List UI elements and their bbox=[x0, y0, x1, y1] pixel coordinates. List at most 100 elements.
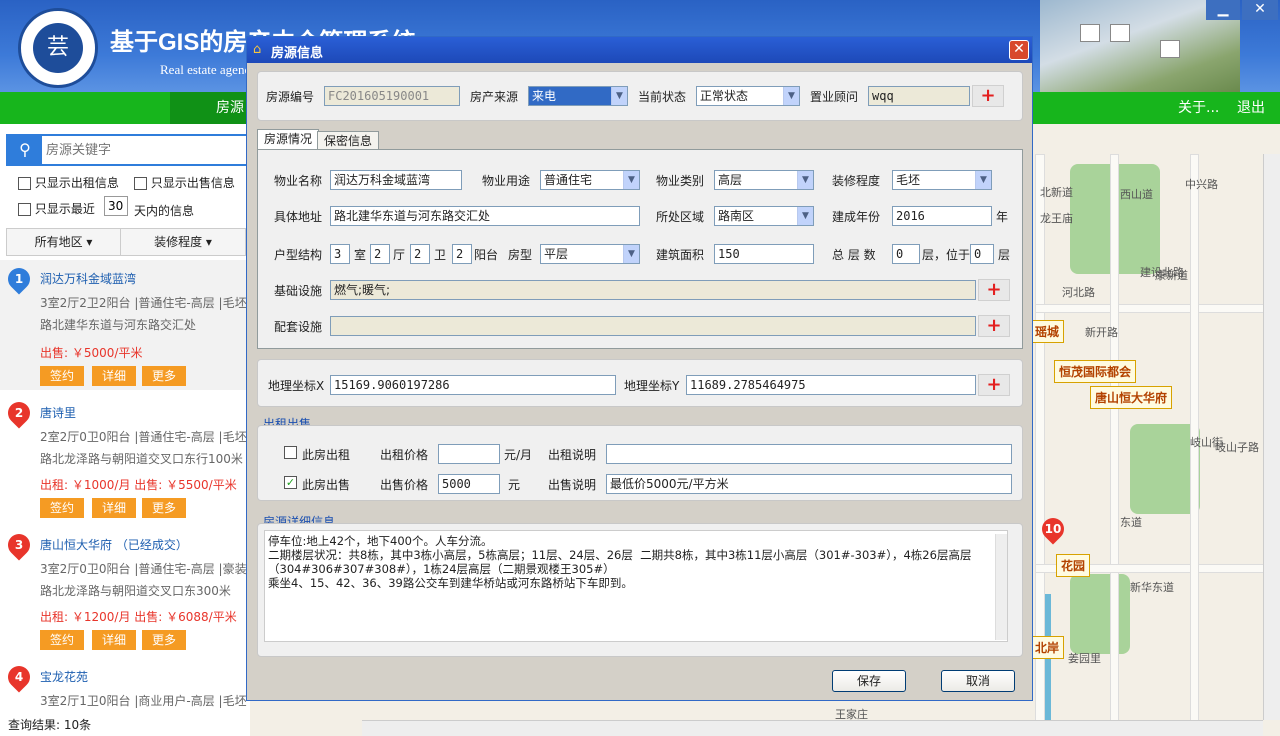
geo-y-field[interactable]: 11689.2785464975 bbox=[686, 375, 976, 395]
add-agent-icon[interactable]: + bbox=[972, 85, 1004, 107]
sign-button[interactable]: 签约 bbox=[40, 630, 84, 650]
cancel-button[interactable]: 取消 bbox=[941, 670, 1015, 692]
list-item-title[interactable]: 宝龙花苑 bbox=[40, 668, 88, 685]
filter-sale-row[interactable]: 只显示出售信息 bbox=[134, 174, 235, 191]
map-poi[interactable]: 瑶城 bbox=[1030, 320, 1065, 343]
sign-button[interactable]: 签约 bbox=[40, 366, 84, 386]
add-facility-icon[interactable]: + bbox=[978, 279, 1010, 301]
filter-recent-row[interactable]: 只显示最近 bbox=[18, 200, 95, 217]
map-horizontal-scrollbar[interactable] bbox=[362, 720, 1263, 736]
housetype-select[interactable]: 平层 ▼ bbox=[540, 244, 640, 264]
tab-listing-info[interactable]: 房源情况 bbox=[257, 129, 320, 149]
map-label: 东道 bbox=[1120, 516, 1142, 529]
save-button[interactable]: 保存 bbox=[832, 670, 906, 692]
area-dropdown[interactable]: 所有地区 ▾ bbox=[7, 229, 121, 255]
filter-rent-checkbox[interactable] bbox=[18, 177, 31, 190]
geo-panel: 地理坐标X 15169.9060197286 地理坐标Y 11689.27854… bbox=[257, 359, 1023, 407]
sale-check-label: 此房出售 bbox=[302, 478, 351, 492]
id-field[interactable]: FC201605190001 bbox=[324, 86, 460, 106]
search-input[interactable] bbox=[46, 141, 246, 159]
nav-item-exit[interactable]: 退出 bbox=[1237, 92, 1265, 124]
chevron-down-icon: ▼ bbox=[797, 207, 813, 225]
map-label: 新华东道 bbox=[1130, 581, 1174, 594]
more-button[interactable]: 更多 bbox=[142, 366, 186, 386]
sale-note-field[interactable]: 最低价5000元/平方米 bbox=[606, 474, 1012, 494]
search-icon[interactable]: ⚲ bbox=[8, 136, 42, 164]
use-select[interactable]: 普通住宅 ▼ bbox=[540, 170, 640, 190]
rooms-field[interactable]: 3 bbox=[330, 244, 350, 264]
list-item-desc: 3室2厅2卫2阳台 |普通住宅-高层 |毛坯 路北建华东道与河东路交汇处 bbox=[40, 296, 247, 332]
nav-item-listings[interactable]: 房源 bbox=[170, 92, 250, 124]
name-label: 物业名称 bbox=[274, 174, 323, 188]
balconies-field[interactable]: 2 bbox=[452, 244, 472, 264]
geo-x-field[interactable]: 15169.9060197286 bbox=[330, 375, 616, 395]
nav-item-about[interactable]: 关于... bbox=[1178, 92, 1219, 124]
district-label: 所处区域 bbox=[656, 210, 705, 224]
dialog-close-icon[interactable]: ✕ bbox=[1009, 40, 1029, 60]
detail-button[interactable]: 详细 bbox=[92, 630, 136, 650]
map-marker-number: 10 bbox=[1044, 522, 1062, 536]
source-select[interactable]: 来电 ▼ bbox=[528, 86, 628, 106]
at-floor-field[interactable]: 0 bbox=[970, 244, 994, 264]
type-select[interactable]: 高层 ▼ bbox=[714, 170, 814, 190]
decor-dropdown-label: 装修程度 bbox=[154, 235, 203, 249]
dialog-titlebar[interactable]: ⌂ 房源信息 ✕ bbox=[247, 37, 1032, 63]
addr-label: 具体地址 bbox=[274, 210, 323, 224]
map-poi[interactable]: 北岸 bbox=[1030, 636, 1065, 659]
filter-sale-checkbox[interactable] bbox=[134, 177, 147, 190]
status-select[interactable]: 正常状态 ▼ bbox=[696, 86, 800, 106]
housetype-value: 平层 bbox=[544, 247, 569, 261]
map-vertical-scrollbar[interactable] bbox=[1263, 154, 1280, 720]
area-label: 建筑面积 bbox=[656, 248, 705, 262]
map-poi[interactable]: 花园 bbox=[1056, 554, 1091, 577]
decor-dropdown[interactable]: 装修程度 ▾ bbox=[121, 229, 245, 255]
floors-field[interactable]: 0 bbox=[892, 244, 920, 264]
list-item-title[interactable]: 润达万科金域蓝湾 bbox=[40, 270, 136, 287]
detail-button[interactable]: 详细 bbox=[92, 366, 136, 386]
rent-note-field[interactable] bbox=[606, 444, 1012, 464]
sale-checkbox-checked-icon[interactable]: ✓ bbox=[284, 476, 297, 489]
year-field[interactable]: 2016 bbox=[892, 206, 992, 226]
recent-days-input[interactable] bbox=[104, 196, 128, 216]
rent-checkbox[interactable] bbox=[284, 446, 297, 459]
sign-button[interactable]: 签约 bbox=[40, 498, 84, 518]
list-item-title[interactable]: 唐山恒大华府 （已经成交） bbox=[40, 536, 188, 553]
filter-rent-row[interactable]: 只显示出租信息 bbox=[18, 174, 119, 191]
sale-price-field[interactable]: 5000 bbox=[438, 474, 500, 494]
more-button[interactable]: 更多 bbox=[142, 630, 186, 650]
detail-button[interactable]: 详细 bbox=[92, 498, 136, 518]
chevron-down-icon: ▼ bbox=[623, 245, 639, 263]
rent-price-field[interactable] bbox=[438, 444, 500, 464]
district-select[interactable]: 路南区 ▼ bbox=[714, 206, 814, 226]
add-support-icon[interactable]: + bbox=[978, 315, 1010, 337]
agent-field[interactable]: wqq bbox=[868, 86, 970, 106]
locate-on-map-icon[interactable]: + bbox=[978, 374, 1010, 396]
rent-price-label: 出租价格 bbox=[380, 448, 429, 462]
addr-field[interactable]: 路北建华东道与河东路交汇处 bbox=[330, 206, 640, 226]
map-road bbox=[1035, 304, 1265, 313]
name-field[interactable]: 润达万科金域蓝湾 bbox=[330, 170, 462, 190]
area-field[interactable]: 150 bbox=[714, 244, 814, 264]
list-item-desc: 3室2厅0卫0阳台 |普通住宅-高层 |豪装 路北龙泽路与朝阳道交叉口东300米 bbox=[40, 562, 247, 598]
more-button[interactable]: 更多 bbox=[142, 498, 186, 518]
halls-field[interactable]: 2 bbox=[370, 244, 390, 264]
detail-scrollbar[interactable] bbox=[995, 534, 1007, 640]
map-poi[interactable]: 唐山恒大华府 bbox=[1090, 386, 1173, 409]
house-icon: ⌂ bbox=[253, 42, 262, 57]
list-item-title[interactable]: 唐诗里 bbox=[40, 404, 76, 421]
map-poi[interactable]: 恒茂国际都会 bbox=[1054, 360, 1137, 383]
floors-unit: 层，位于 bbox=[922, 248, 971, 262]
baths-field[interactable]: 2 bbox=[410, 244, 430, 264]
tab-private-info[interactable]: 保密信息 bbox=[317, 131, 380, 149]
facility-field[interactable]: 燃气;暖气; bbox=[330, 280, 976, 300]
support-field[interactable] bbox=[330, 316, 976, 336]
filter-recent-prefix: 只显示最近 bbox=[34, 202, 95, 216]
window-close-icon[interactable]: ✕ bbox=[1242, 0, 1278, 20]
use-label: 物业用途 bbox=[482, 174, 531, 188]
filter-recent-checkbox[interactable] bbox=[18, 203, 31, 216]
layout-label: 户型结构 bbox=[274, 248, 323, 262]
list-item-price: 出租: ￥1200/月 出售: ￥6088/平米 bbox=[40, 610, 237, 624]
decor-select[interactable]: 毛坯 ▼ bbox=[892, 170, 992, 190]
minimize-icon[interactable]: ▁ bbox=[1206, 0, 1240, 20]
detail-textarea[interactable]: 停车位:地上42个，地下400个。人车分流。 二期楼层状况：共8栋，其中3栋小高… bbox=[264, 530, 1008, 642]
